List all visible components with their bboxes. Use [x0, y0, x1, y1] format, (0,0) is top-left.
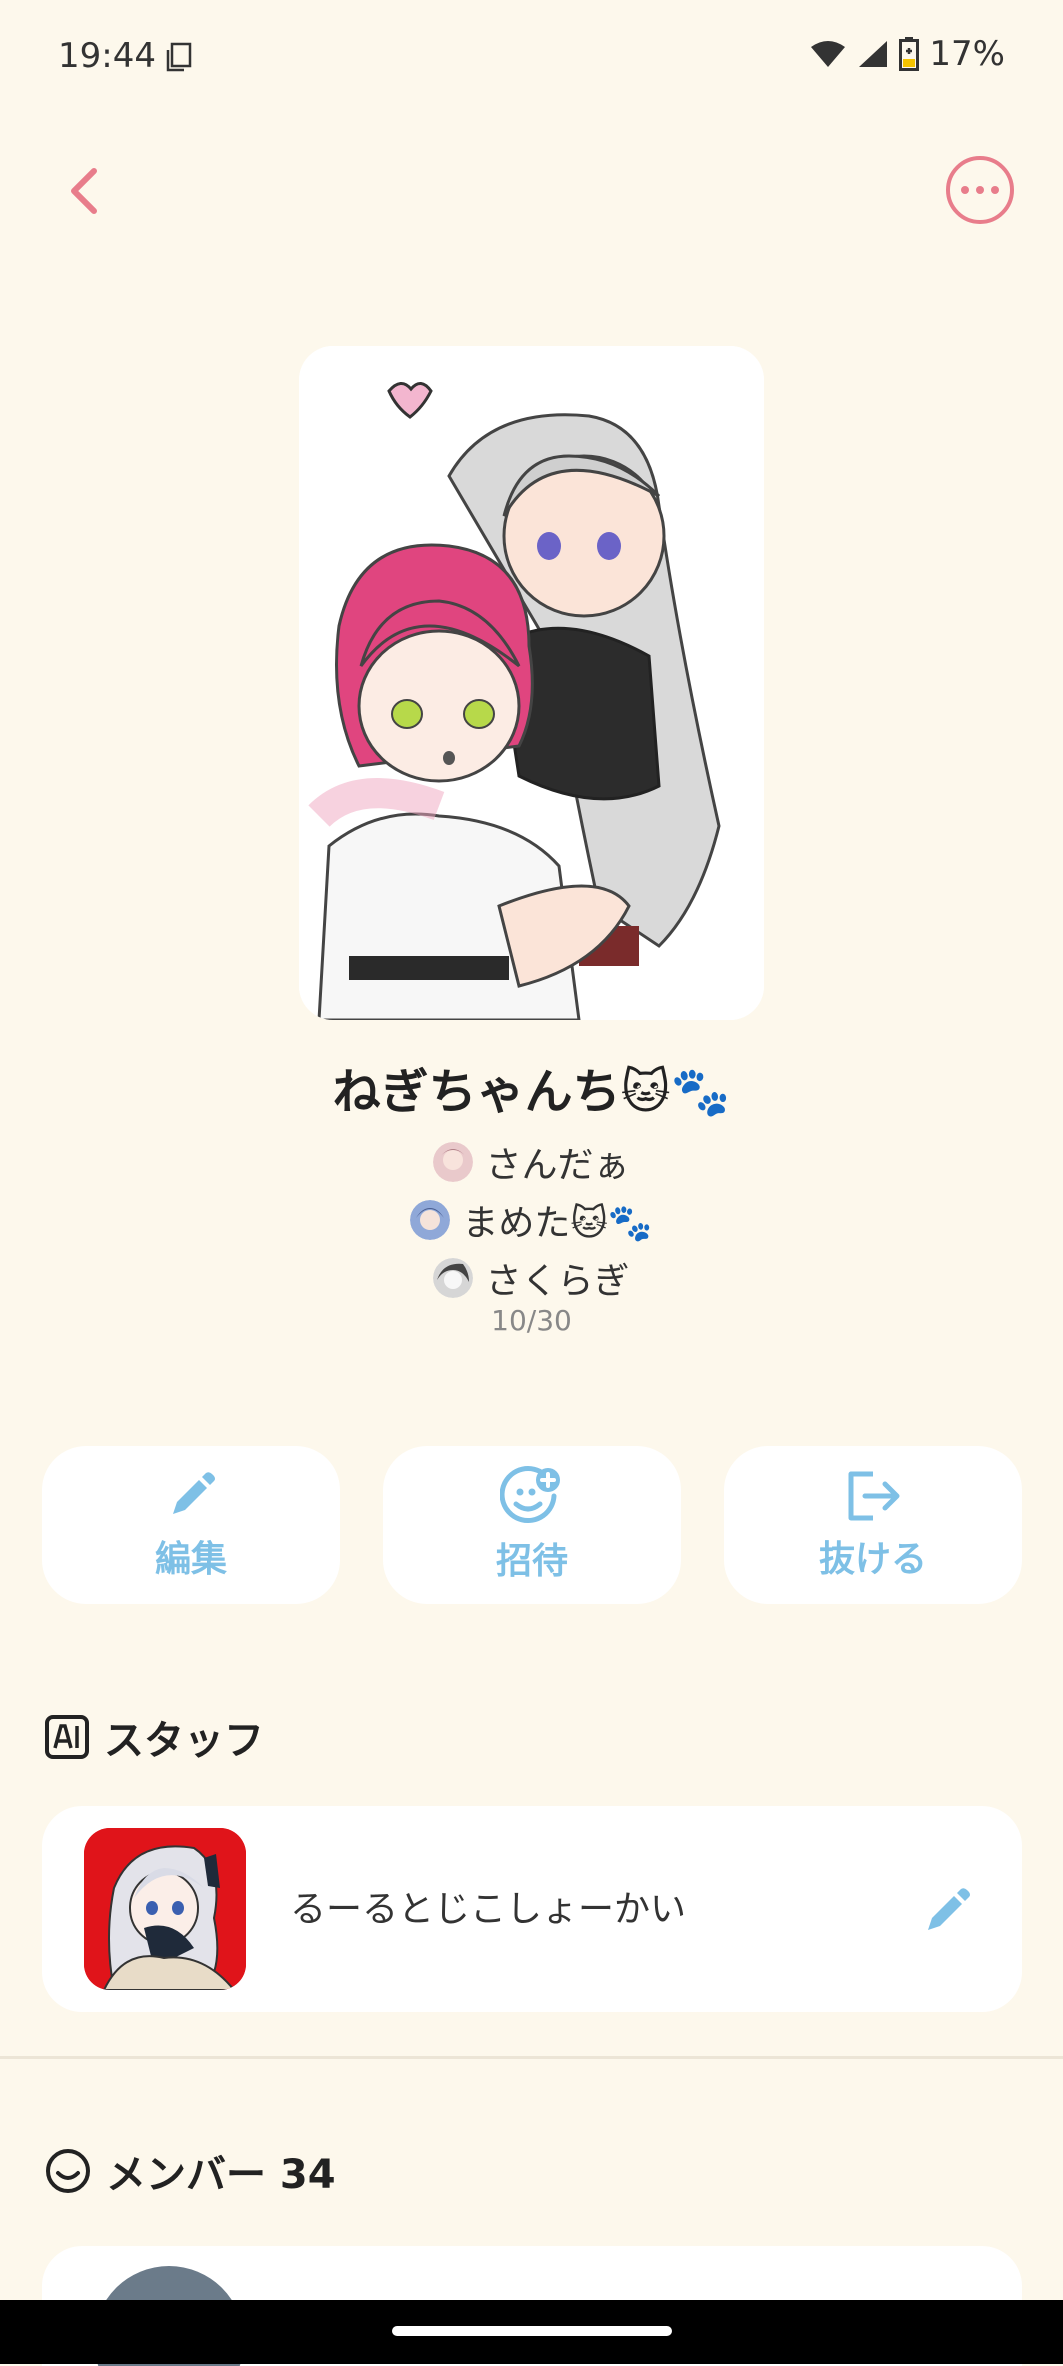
back-button[interactable] — [56, 158, 112, 224]
staff-thumbnail-illustration — [84, 1828, 246, 1990]
battery-icon — [899, 37, 920, 71]
admin-item[interactable]: まめた🐱🐾 — [0, 1191, 1063, 1249]
member-count: 10/30 — [491, 1304, 572, 1337]
admin-name: さんだぁ — [485, 1145, 630, 1186]
admin-item[interactable]: さくらぎ — [0, 1249, 1063, 1307]
members-title: メンバー 34 — [106, 2152, 336, 2198]
home-handle[interactable] — [392, 2326, 672, 2336]
leave-label: 抜ける — [818, 1539, 927, 1580]
group-illustration — [299, 346, 764, 1020]
more-icon-dot — [961, 186, 969, 194]
staff-title: スタッフ — [104, 1718, 264, 1764]
status-right: 17% — [809, 34, 1005, 74]
status-time: 19:44 — [58, 36, 156, 76]
ai-icon — [45, 1715, 89, 1759]
avatar — [410, 1200, 451, 1240]
group-image[interactable] — [299, 346, 764, 1020]
more-options-button[interactable] — [946, 156, 1014, 224]
pencil-icon — [173, 1472, 215, 1514]
avatar — [433, 1142, 474, 1182]
system-navigation-bar — [0, 2300, 1063, 2364]
battery-percent: 17% — [929, 34, 1005, 74]
staff-section-title: スタッフ — [44, 1708, 264, 1766]
avatar — [433, 1258, 474, 1298]
pencil-icon[interactable] — [920, 1882, 976, 1938]
status-bar: 19:44 17% — [0, 0, 1063, 110]
screenshot-icon — [166, 42, 192, 72]
invite-smile-plus-icon — [500, 1466, 560, 1523]
admin-list: さんだぁ まめた🐱🐾 さくらぎ — [0, 1133, 1063, 1307]
edit-label: 編集 — [154, 1539, 227, 1580]
members-section-title: メンバー 34 — [44, 2142, 336, 2200]
signal-icon — [859, 41, 888, 67]
exit-icon — [848, 1471, 900, 1521]
invite-button[interactable]: 招待 — [383, 1446, 681, 1604]
staff-thumbnail — [84, 1828, 246, 1990]
smile-icon — [46, 2149, 90, 2193]
more-icon-dot — [991, 186, 999, 194]
admin-name: さくらぎ — [485, 1261, 630, 1302]
staff-name: るーるとじこしょーかい — [290, 1889, 687, 1930]
invite-label: 招待 — [495, 1541, 568, 1582]
admin-item[interactable]: さんだぁ — [0, 1133, 1063, 1191]
edit-button[interactable]: 編集 — [42, 1446, 340, 1604]
group-name: ねぎちゃんち🐱🐾 — [332, 1064, 731, 1120]
more-icon-dot — [976, 186, 984, 194]
admin-name: まめた🐱🐾 — [462, 1203, 653, 1244]
wifi-icon — [811, 41, 846, 67]
chevron-left-icon — [71, 168, 97, 214]
leave-button[interactable]: 抜ける — [724, 1446, 1022, 1604]
section-divider — [0, 2056, 1063, 2059]
staff-item[interactable]: るーるとじこしょーかい — [42, 1806, 1022, 2012]
action-bar: 編集 招待 抜ける — [42, 1446, 1022, 1604]
